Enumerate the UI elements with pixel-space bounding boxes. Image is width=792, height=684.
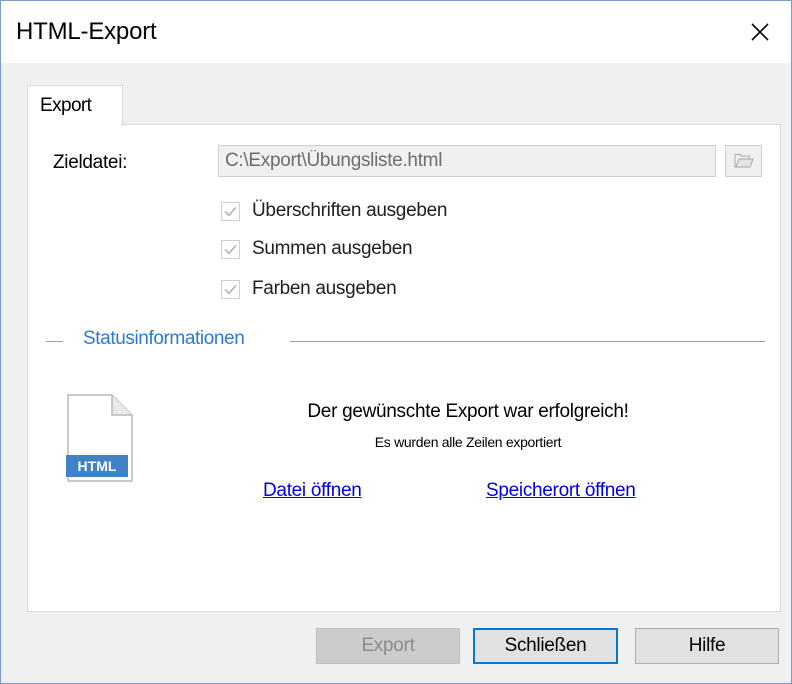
html-export-dialog: HTML-Export Export Zieldatei: Überschrif… <box>0 0 792 684</box>
status-message: Der gewünschte Export war erfolgreich! <box>307 401 629 422</box>
sums-label: Summen ausgeben <box>252 238 413 259</box>
section-divider-left <box>46 341 63 342</box>
tab-export[interactable]: Export <box>27 85 123 126</box>
html-file-icon: HTML <box>66 394 133 482</box>
checkmark-icon <box>224 244 237 254</box>
title-bar: HTML-Export <box>1 1 791 63</box>
help-button[interactable]: Hilfe <box>635 628 779 664</box>
open-location-link[interactable]: Speicherort öffnen <box>486 480 636 502</box>
html-file-icon-label: HTML <box>78 458 117 474</box>
open-file-link[interactable]: Datei öffnen <box>263 480 362 502</box>
checkmark-icon <box>224 206 237 216</box>
tab-export-label: Export <box>40 95 92 116</box>
export-button[interactable]: Export <box>316 628 460 664</box>
headings-label: Überschriften ausgeben <box>252 200 448 221</box>
checkmark-icon <box>224 284 237 294</box>
option-sums[interactable]: Summen ausgeben <box>221 235 413 263</box>
window-title: HTML-Export <box>16 18 157 45</box>
option-headings[interactable]: Überschriften ausgeben <box>221 197 447 225</box>
browse-button[interactable] <box>725 145 762 177</box>
headings-checkbox[interactable] <box>221 201 240 221</box>
close-icon <box>751 23 769 41</box>
folder-open-icon <box>734 154 754 168</box>
option-colors[interactable]: Farben ausgeben <box>221 275 397 303</box>
close-dialog-button[interactable]: Schließen <box>473 628 618 664</box>
target-file-input[interactable] <box>218 145 716 177</box>
sums-checkbox[interactable] <box>221 239 240 259</box>
status-detail: Es wurden alle Zeilen exportiert <box>374 434 562 450</box>
colors-label: Farben ausgeben <box>252 278 397 299</box>
close-button[interactable] <box>729 1 791 63</box>
export-tab-panel: Zieldatei: Überschriften ausgeben Summe <box>27 124 781 612</box>
section-divider-right <box>290 341 765 342</box>
target-file-label: Zieldatei: <box>53 152 128 173</box>
colors-checkbox[interactable] <box>221 279 240 299</box>
status-section-title: Statusinformationen <box>83 328 245 349</box>
